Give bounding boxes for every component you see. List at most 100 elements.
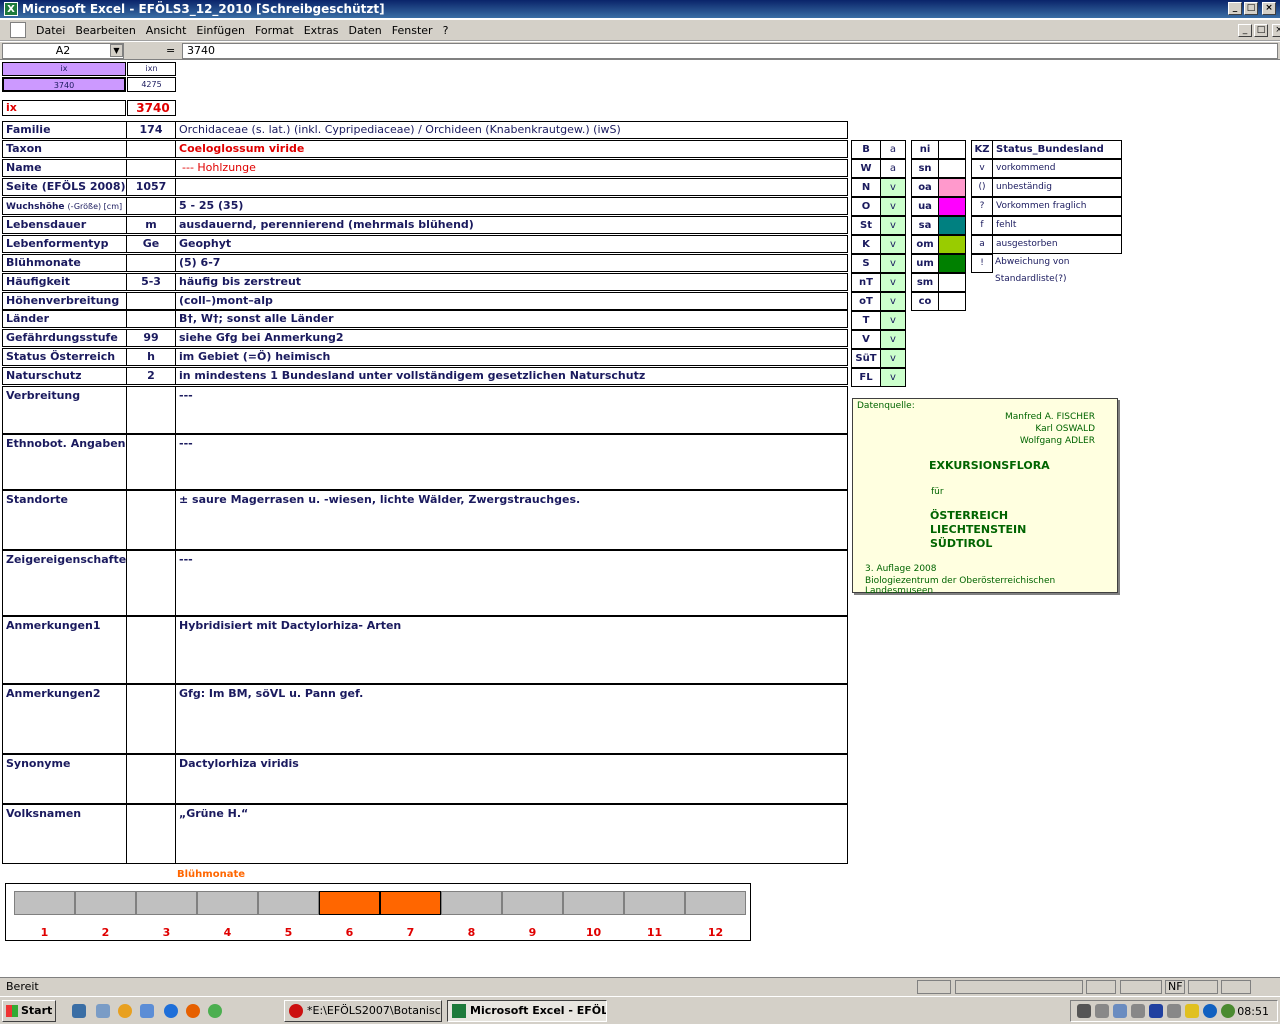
row-value[interactable]: ± saure Magerrasen u. -wiesen, lichte Wä…: [175, 490, 848, 550]
tray-icon-1[interactable]: [1077, 1004, 1091, 1018]
zone-color-swatch[interactable]: [938, 159, 966, 178]
row-value[interactable]: --- Hohlzunge: [175, 159, 848, 177]
zone-code[interactable]: sn: [911, 159, 939, 178]
row-label[interactable]: Wuchshöhe (-Größe) [cm]: [2, 197, 127, 215]
region-code[interactable]: SüT: [851, 349, 881, 368]
row-code[interactable]: 1057: [126, 178, 176, 196]
zone-color-swatch[interactable]: [938, 254, 966, 273]
region-status[interactable]: v: [880, 254, 906, 273]
region-code[interactable]: V: [851, 330, 881, 349]
chrome-icon[interactable]: [208, 1004, 222, 1018]
row-label[interactable]: Lebenformentyp: [2, 235, 127, 253]
ixn-value-cell[interactable]: 4275: [127, 77, 176, 92]
row-label[interactable]: Zeigereigenschaften: [2, 550, 127, 616]
row-value[interactable]: häufig bis zerstreut: [175, 273, 848, 291]
menu-format[interactable]: Format: [255, 24, 294, 37]
taskbar-button-excel[interactable]: Microsoft Excel - EFÖL...: [447, 1000, 607, 1022]
row-label[interactable]: Taxon: [2, 140, 127, 158]
quicklaunch-icon-2[interactable]: [96, 1004, 110, 1018]
row-value[interactable]: in mindestens 1 Bundesland unter vollstä…: [175, 367, 848, 385]
tray-icon-7[interactable]: [1185, 1004, 1199, 1018]
row-label[interactable]: Name: [2, 159, 127, 177]
close-button[interactable]: ×: [1262, 2, 1276, 15]
row-label[interactable]: Familie: [2, 121, 127, 139]
start-button[interactable]: Start: [2, 1000, 56, 1022]
info-icon[interactable]: [1203, 1004, 1217, 1018]
region-code[interactable]: K: [851, 235, 881, 254]
row-value[interactable]: Hybridisiert mit Dactylorhiza- Arten: [175, 616, 848, 684]
row-code[interactable]: [126, 292, 176, 310]
menu-daten[interactable]: Daten: [349, 24, 382, 37]
menu-extras[interactable]: Extras: [304, 24, 339, 37]
row-code[interactable]: [126, 490, 176, 550]
row-value[interactable]: ---: [175, 386, 848, 434]
region-status[interactable]: v: [880, 235, 906, 254]
region-code[interactable]: O: [851, 197, 881, 216]
row-code[interactable]: [126, 754, 176, 804]
region-code[interactable]: FL: [851, 368, 881, 387]
quicklaunch-icon-1[interactable]: [72, 1004, 86, 1018]
row-code[interactable]: Ge: [126, 235, 176, 253]
row-value[interactable]: ausdauernd, perennierend (mehrmals blühe…: [175, 216, 848, 234]
ie-icon[interactable]: [164, 1004, 178, 1018]
region-status[interactable]: v: [880, 178, 906, 197]
region-status[interactable]: v: [880, 311, 906, 330]
region-code[interactable]: nT: [851, 273, 881, 292]
maximize-button[interactable]: □: [1244, 2, 1258, 15]
row-value[interactable]: 5 - 25 (35): [175, 197, 848, 215]
zone-color-swatch[interactable]: [938, 235, 966, 254]
region-code[interactable]: W: [851, 159, 881, 178]
tray-icon-5[interactable]: [1149, 1004, 1163, 1018]
zone-code[interactable]: sa: [911, 216, 939, 235]
row-value[interactable]: ---: [175, 550, 848, 616]
row-label[interactable]: Ethnobot. Angaben: [2, 434, 127, 490]
menu-datei[interactable]: Datei: [36, 24, 65, 37]
row-code[interactable]: [126, 550, 176, 616]
menu-help[interactable]: ?: [443, 24, 449, 37]
row-code[interactable]: [126, 386, 176, 434]
region-status[interactable]: v: [880, 368, 906, 387]
zone-color-swatch[interactable]: [938, 292, 966, 311]
tray-icon-6[interactable]: [1167, 1004, 1181, 1018]
row-value[interactable]: Orchidaceae (s. lat.) (inkl. Cypripediac…: [175, 121, 848, 139]
row-code[interactable]: [126, 159, 176, 177]
row-label[interactable]: Standorte: [2, 490, 127, 550]
zone-code[interactable]: co: [911, 292, 939, 311]
sheet-icon[interactable]: [10, 22, 26, 38]
zone-code[interactable]: sm: [911, 273, 939, 292]
row-code[interactable]: m: [126, 216, 176, 234]
zone-code[interactable]: um: [911, 254, 939, 273]
row-code[interactable]: [126, 434, 176, 490]
zone-color-swatch[interactable]: [938, 178, 966, 197]
zone-code[interactable]: ua: [911, 197, 939, 216]
row-code[interactable]: [126, 254, 176, 272]
taskbar-button-folder[interactable]: *E:\EFÖLS2007\Botanisc...: [284, 1000, 442, 1022]
row-label[interactable]: Seite (EFÖLS 2008): [2, 178, 127, 196]
region-code[interactable]: S: [851, 254, 881, 273]
row-value[interactable]: (coll–)mont–alp: [175, 292, 848, 310]
region-code[interactable]: B: [851, 140, 881, 159]
zone-color-swatch[interactable]: [938, 273, 966, 292]
row-label[interactable]: Synonyme: [2, 754, 127, 804]
row-value[interactable]: siehe Gfg bei Anmerkung2: [175, 329, 848, 347]
region-status[interactable]: v: [880, 330, 906, 349]
row-label[interactable]: Lebensdauer: [2, 216, 127, 234]
region-status[interactable]: a: [880, 140, 906, 159]
row-code[interactable]: [126, 140, 176, 158]
row-code[interactable]: 99: [126, 329, 176, 347]
row-value[interactable]: B†, W†; sonst alle Länder: [175, 310, 848, 328]
zone-color-swatch[interactable]: [938, 216, 966, 235]
row-value[interactable]: ---: [175, 434, 848, 490]
row-label[interactable]: Höhenverbreitung: [2, 292, 127, 310]
menu-einfuegen[interactable]: Einfügen: [196, 24, 245, 37]
zone-code[interactable]: oa: [911, 178, 939, 197]
name-box[interactable]: A2: [2, 43, 124, 59]
quicklaunch-icon-3[interactable]: [140, 1004, 154, 1018]
region-status[interactable]: v: [880, 349, 906, 368]
row-value[interactable]: Gfg: Im BM, söVL u. Pann gef.: [175, 684, 848, 754]
row-code[interactable]: [126, 684, 176, 754]
chevron-down-icon[interactable]: ▼: [110, 44, 123, 57]
row-code[interactable]: [126, 310, 176, 328]
firefox-icon[interactable]: [186, 1004, 200, 1018]
tray-icon-8[interactable]: [1221, 1004, 1235, 1018]
